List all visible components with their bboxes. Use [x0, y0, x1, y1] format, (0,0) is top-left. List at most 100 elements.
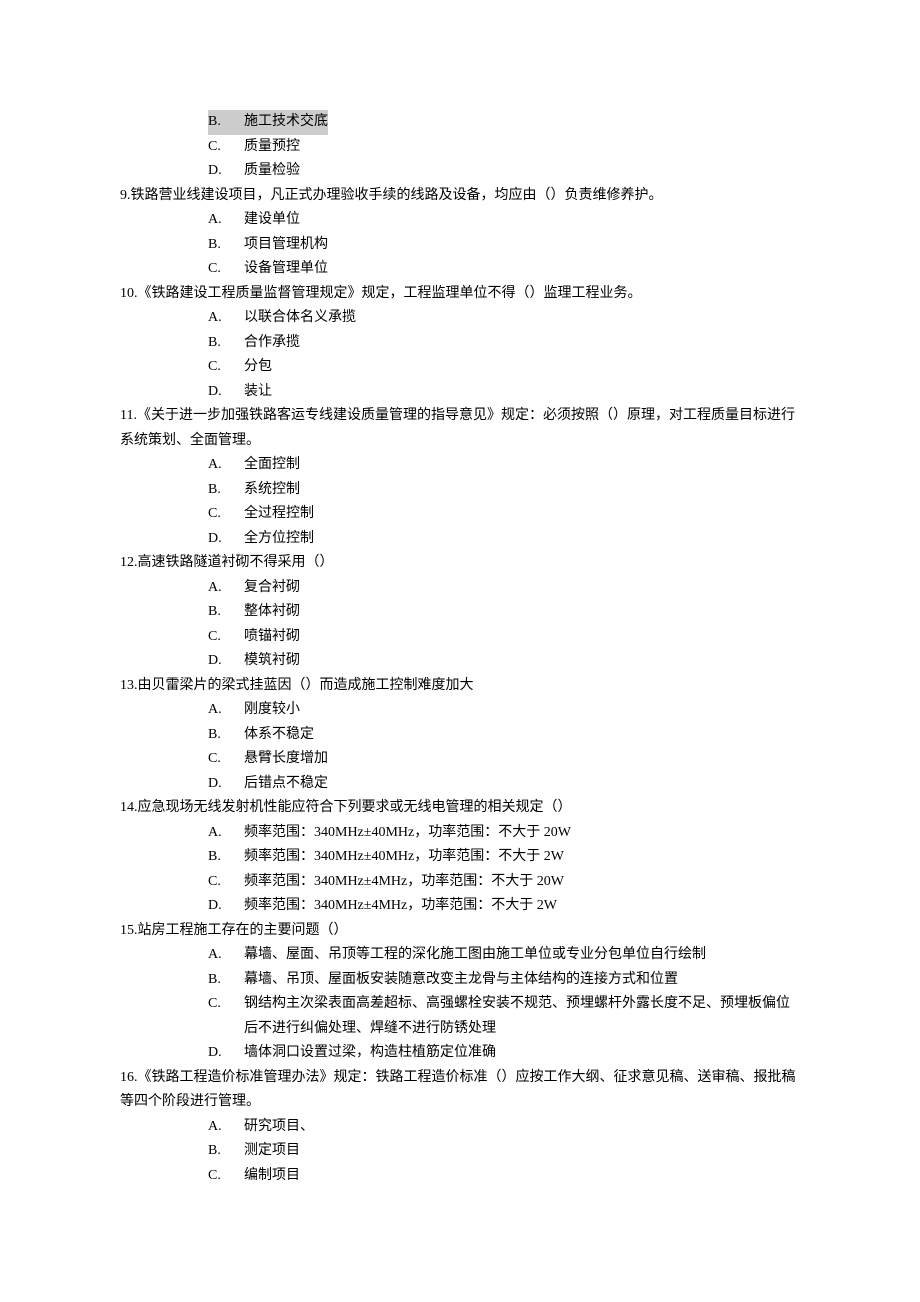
option-letter: C.: [208, 135, 244, 160]
option-text: 项目管理机构: [244, 233, 328, 258]
option-text: 刚度较小: [244, 698, 300, 723]
question: 15.站房工程施工存在的主要问题（）A.幕墙、屋面、吊顶等工程的深化施工图由施工…: [120, 919, 800, 1066]
option-letter: C.: [208, 257, 244, 282]
option: C.钢结构主次梁表面高差超标、高强螺栓安装不规范、预埋螺杆外露长度不足、预埋板偏…: [208, 992, 800, 1041]
option: C.分包: [208, 355, 800, 380]
option-letter: B.: [208, 478, 244, 503]
option: B.幕墙、吊顶、屋面板安装随意改变主龙骨与主体结构的连接方式和位置: [208, 968, 800, 993]
option-letter: B.: [208, 723, 244, 748]
option: C.悬臂长度增加: [208, 747, 800, 772]
question: 14.应急现场无线发射机性能应符合下列要求或无线电管理的相关规定（）A.频率范围…: [120, 796, 800, 919]
option-text: 墙体洞口设置过梁，构造柱植筋定位准确: [244, 1041, 496, 1066]
option-letter: C.: [208, 355, 244, 380]
option: B.体系不稳定: [208, 723, 800, 748]
option-list: A.以联合体名义承揽B.合作承揽C.分包D.装让: [208, 306, 800, 404]
option-text: 幕墙、屋面、吊顶等工程的深化施工图由施工单位或专业分包单位自行绘制: [244, 943, 706, 968]
option-text: 喷锚衬砌: [244, 625, 300, 650]
question-text: 9.铁路营业线建设项目，凡正式办理验收手续的线路及设备，均应由（）负责维修养护。: [120, 184, 800, 209]
option: B.项目管理机构: [208, 233, 800, 258]
option: D.装让: [208, 380, 800, 405]
question: 12.高速铁路隧道衬砌不得采用（）A.复合衬砌B.整体衬砌C.喷锚衬砌D.模筑衬…: [120, 551, 800, 674]
option-letter: D.: [208, 649, 244, 674]
option: C.质量预控: [208, 135, 800, 160]
option: C.编制项目: [208, 1164, 800, 1189]
option-text: 系统控制: [244, 478, 300, 503]
option-letter: A.: [208, 576, 244, 601]
option-letter: A.: [208, 943, 244, 968]
option-letter: D.: [208, 380, 244, 405]
option-text: 分包: [244, 355, 272, 380]
option-letter: B.: [208, 110, 244, 135]
option-list: A.建设单位B.项目管理机构C.设备管理单位: [208, 208, 800, 282]
question-text: 12.高速铁路隧道衬砌不得采用（）: [120, 551, 800, 576]
option-letter: A.: [208, 306, 244, 331]
option-list: A.全面控制B.系统控制C.全过程控制D.全方位控制: [208, 453, 800, 551]
option: D.模筑衬砌: [208, 649, 800, 674]
option-text: 频率范围：340MHz±40MHz，功率范围：不大于 20W: [244, 821, 571, 846]
option: A.刚度较小: [208, 698, 800, 723]
option-text: 频率范围：340MHz±4MHz，功率范围：不大于 20W: [244, 870, 564, 895]
option-list: A.频率范围：340MHz±40MHz，功率范围：不大于 20WB.频率范围：3…: [208, 821, 800, 919]
option: A.频率范围：340MHz±40MHz，功率范围：不大于 20W: [208, 821, 800, 846]
option: B.整体衬砌: [208, 600, 800, 625]
question-text: 10.《铁路建设工程质量监督管理规定》规定，工程监理单位不得（）监理工程业务。: [120, 282, 800, 307]
option-letter: B.: [208, 968, 244, 993]
option-letter: D.: [208, 772, 244, 797]
question: 13.由贝雷梁片的梁式挂蓝因（）而造成施工控制难度加大A.刚度较小B.体系不稳定…: [120, 674, 800, 797]
option-text: 设备管理单位: [244, 257, 328, 282]
option: B.测定项目: [208, 1139, 800, 1164]
option-text: 质量预控: [244, 135, 300, 160]
option-letter: C.: [208, 1164, 244, 1189]
option: C.喷锚衬砌: [208, 625, 800, 650]
option-letter: C.: [208, 992, 244, 1041]
question-text: 15.站房工程施工存在的主要问题（）: [120, 919, 800, 944]
question: 16.《铁路工程造价标准管理办法》规定：铁路工程造价标准（）应按工作大纲、征求意…: [120, 1066, 800, 1189]
option: C.设备管理单位: [208, 257, 800, 282]
question: 9.铁路营业线建设项目，凡正式办理验收手续的线路及设备，均应由（）负责维修养护。…: [120, 184, 800, 282]
option-letter: C.: [208, 870, 244, 895]
option: A.幕墙、屋面、吊顶等工程的深化施工图由施工单位或专业分包单位自行绘制: [208, 943, 800, 968]
option: A.复合衬砌: [208, 576, 800, 601]
option-letter: D.: [208, 894, 244, 919]
option: D.后错点不稳定: [208, 772, 800, 797]
option-text: 悬臂长度增加: [244, 747, 328, 772]
option-text: 全过程控制: [244, 502, 314, 527]
option-text: 幕墙、吊顶、屋面板安装随意改变主龙骨与主体结构的连接方式和位置: [244, 968, 678, 993]
option-text: 整体衬砌: [244, 600, 300, 625]
option-list: A.幕墙、屋面、吊顶等工程的深化施工图由施工单位或专业分包单位自行绘制B.幕墙、…: [208, 943, 800, 1066]
option-text: 后错点不稳定: [244, 772, 328, 797]
question: 11.《关于进一步加强铁路客运专线建设质量管理的指导意见》规定：必须按照（）原理…: [120, 404, 800, 551]
option-text: 频率范围：340MHz±4MHz，功率范围：不大于 2W: [244, 894, 557, 919]
option-letter: B.: [208, 1139, 244, 1164]
option-text: 复合衬砌: [244, 576, 300, 601]
option: B.合作承揽: [208, 331, 800, 356]
option-text: 频率范围：340MHz±40MHz，功率范围：不大于 2W: [244, 845, 564, 870]
option-letter: B.: [208, 331, 244, 356]
option-text: 施工技术交底: [244, 110, 328, 135]
option-text: 以联合体名义承揽: [244, 306, 356, 331]
option-text: 装让: [244, 380, 272, 405]
option-letter: D.: [208, 1041, 244, 1066]
exam-page: B.施工技术交底C.质量预控D.质量检验9.铁路营业线建设项目，凡正式办理验收手…: [120, 110, 800, 1188]
option-text: 研究项目、: [244, 1115, 314, 1140]
option-letter: C.: [208, 747, 244, 772]
option-letter: D.: [208, 159, 244, 184]
option: A.建设单位: [208, 208, 800, 233]
option-text: 模筑衬砌: [244, 649, 300, 674]
option-letter: B.: [208, 233, 244, 258]
option: D.质量检验: [208, 159, 800, 184]
option-text: 建设单位: [244, 208, 300, 233]
option: B.系统控制: [208, 478, 800, 503]
option-letter: C.: [208, 625, 244, 650]
option-text: 编制项目: [244, 1164, 300, 1189]
option: B.频率范围：340MHz±40MHz，功率范围：不大于 2W: [208, 845, 800, 870]
option-letter: B.: [208, 845, 244, 870]
option-text: 质量检验: [244, 159, 300, 184]
option-letter: A.: [208, 453, 244, 478]
option: A.以联合体名义承揽: [208, 306, 800, 331]
option: C.全过程控制: [208, 502, 800, 527]
option-list: A.刚度较小B.体系不稳定C.悬臂长度增加D.后错点不稳定: [208, 698, 800, 796]
option-letter: B.: [208, 600, 244, 625]
option: A.全面控制: [208, 453, 800, 478]
question-text: 14.应急现场无线发射机性能应符合下列要求或无线电管理的相关规定（）: [120, 796, 800, 821]
